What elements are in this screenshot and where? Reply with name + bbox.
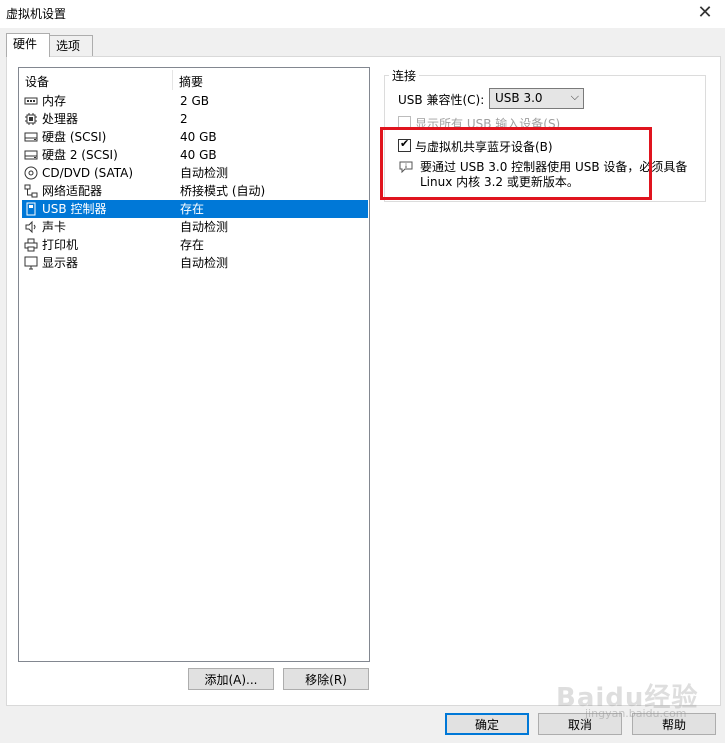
- device-name: CD/DVD (SATA): [42, 166, 134, 180]
- device-name: 网络适配器: [42, 184, 103, 198]
- share-bluetooth-label: 与虚拟机共享蓝牙设备(B): [415, 140, 553, 154]
- device-row-display[interactable]: 显示器 自动检测: [22, 254, 368, 272]
- cd-dvd-icon: [24, 166, 38, 180]
- title-bar: 虚拟机设置 ✕: [0, 0, 725, 28]
- watermark-url: jingyan.baidu.com: [585, 707, 687, 720]
- device-row-printer[interactable]: 打印机 存在: [22, 236, 368, 254]
- device-row-network-adapter[interactable]: 网络适配器 桥接模式 (自动): [22, 182, 368, 200]
- device-summary: 自动检测: [180, 220, 229, 234]
- connection-group-legend: 连接: [389, 67, 420, 84]
- column-header-device[interactable]: 设备: [25, 73, 49, 90]
- network-adapter-icon: [24, 184, 38, 198]
- show-all-usb-input-label: 显示所有 USB 输入设备(S): [415, 117, 561, 131]
- sound-card-icon: [25, 220, 36, 234]
- device-row-hard-disk[interactable]: 硬盘 (SCSI) 40 GB: [22, 128, 368, 146]
- column-divider[interactable]: [172, 70, 173, 90]
- list-header: 设备 摘要: [19, 70, 369, 90]
- device-list[interactable]: 设备 摘要 内存 2 GB 处理器 2 硬盘 (SCSI) 40 GB 硬盘 2…: [18, 67, 370, 662]
- tab-hardware[interactable]: 硬件: [6, 33, 50, 57]
- device-summary: 存在: [180, 202, 205, 216]
- ok-button[interactable]: 确定: [445, 713, 529, 735]
- hard-disk-icon: [24, 132, 38, 142]
- device-name: USB 控制器: [42, 202, 107, 216]
- remove-device-button[interactable]: 移除(R): [283, 668, 369, 690]
- column-header-summary[interactable]: 摘要: [179, 73, 203, 90]
- device-name: 显示器: [42, 256, 79, 270]
- checkmark-icon: ✔: [400, 137, 410, 150]
- device-row-sound-card[interactable]: 声卡 自动检测: [22, 218, 368, 236]
- device-row-processor[interactable]: 处理器 2: [22, 110, 368, 128]
- tab-options-label: 选项: [56, 39, 81, 53]
- device-name: 硬盘 (SCSI): [42, 130, 107, 144]
- device-row-memory[interactable]: 内存 2 GB: [22, 92, 368, 110]
- device-row-usb-controller[interactable]: USB 控制器 存在: [22, 200, 368, 218]
- tab-options[interactable]: 选项: [49, 35, 93, 56]
- device-summary: 2: [180, 112, 188, 126]
- window-title: 虚拟机设置: [6, 7, 67, 21]
- display-icon: [24, 256, 38, 270]
- hard-disk-icon: [24, 150, 38, 160]
- tab-hardware-label: 硬件: [13, 37, 38, 51]
- usb-compat-label: USB 兼容性(C):: [398, 93, 485, 107]
- device-summary: 40 GB: [180, 130, 217, 144]
- info-icon: [399, 161, 413, 173]
- usb-icon: [26, 202, 36, 216]
- device-summary: 2 GB: [180, 94, 209, 108]
- info-line-2: Linux 内核 3.2 或更新版本。: [420, 175, 579, 189]
- usb-compat-select[interactable]: USB 3.0 ⌵: [489, 88, 584, 109]
- share-bluetooth-checkbox[interactable]: ✔: [398, 137, 411, 152]
- info-line-1: 要通过 USB 3.0 控制器使用 USB 设备，必须具备: [420, 160, 688, 174]
- info-message: 要通过 USB 3.0 控制器使用 USB 设备，必须具备 Linux 内核 3…: [420, 160, 700, 190]
- usb-compat-value: USB 3.0: [495, 91, 543, 105]
- chevron-down-icon: ⌵: [570, 90, 579, 103]
- device-summary: 40 GB: [180, 148, 217, 162]
- show-all-usb-input-checkbox[interactable]: [398, 116, 411, 129]
- device-name: 硬盘 2 (SCSI): [42, 148, 118, 162]
- device-summary: 桥接模式 (自动): [180, 184, 266, 198]
- device-name: 处理器: [42, 112, 79, 126]
- printer-icon: [24, 238, 38, 252]
- device-row-hard-disk-2[interactable]: 硬盘 2 (SCSI) 40 GB: [22, 146, 368, 164]
- processor-icon: [25, 113, 37, 125]
- memory-icon: [24, 97, 38, 105]
- device-summary: 自动检测: [180, 166, 229, 180]
- device-name: 打印机: [42, 238, 79, 252]
- device-summary: 存在: [180, 238, 205, 252]
- device-name: 内存: [42, 94, 67, 108]
- device-name: 声卡: [42, 220, 67, 234]
- device-summary: 自动检测: [180, 256, 229, 270]
- close-icon[interactable]: ✕: [695, 2, 715, 23]
- add-device-button[interactable]: 添加(A)...: [188, 668, 274, 690]
- device-row-cd-dvd[interactable]: CD/DVD (SATA) 自动检测: [22, 164, 368, 182]
